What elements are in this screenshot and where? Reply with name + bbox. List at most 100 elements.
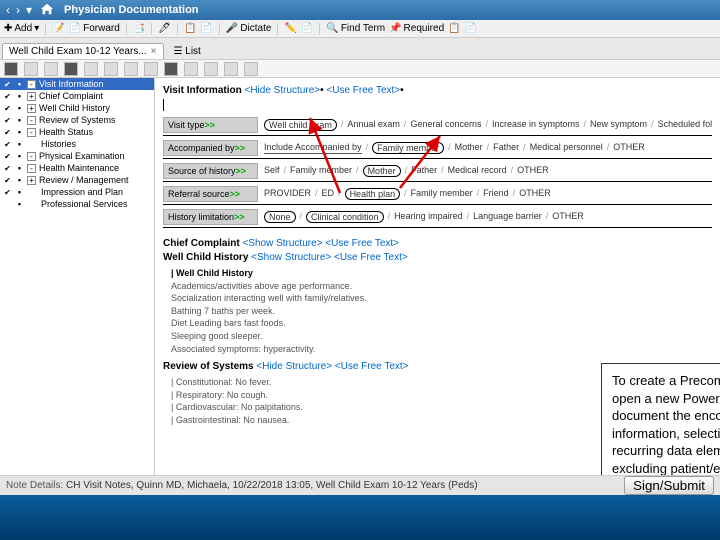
edit-icon-4[interactable] — [64, 62, 78, 76]
field-option[interactable]: OTHER — [517, 165, 549, 177]
tool-icon-8[interactable]: 📄 — [465, 23, 477, 34]
field-option[interactable]: Family member — [372, 142, 444, 154]
field-option[interactable]: OTHER — [552, 211, 584, 223]
edit-icon-6[interactable] — [104, 62, 118, 76]
field-label[interactable]: Source of history>> — [163, 163, 258, 179]
tool-icon-6[interactable]: 📄 — [301, 23, 313, 34]
dictate-button[interactable]: 🎤 Dictate — [226, 23, 272, 34]
field-option[interactable]: Mother — [455, 142, 483, 154]
field-option[interactable]: Self — [264, 165, 280, 177]
find-term-button[interactable]: 🔍 Find Term — [326, 23, 385, 34]
expand-icon[interactable]: - — [27, 116, 36, 125]
tool-icon-7[interactable]: 📋 — [448, 23, 460, 34]
expand-icon[interactable]: + — [27, 92, 36, 101]
check-icon: ✔ — [3, 104, 12, 113]
edit-icon-7[interactable] — [124, 62, 138, 76]
tool-icon-5[interactable]: ✏️ — [284, 23, 296, 34]
home-icon[interactable] — [40, 2, 54, 19]
sidebar-item-label: Well Child History — [39, 103, 110, 113]
list-button[interactable]: ☰ List — [168, 44, 207, 59]
expand-icon[interactable]: - — [27, 152, 36, 161]
sidebar-item[interactable]: •Professional Services — [0, 198, 154, 210]
expand-icon[interactable]: - — [27, 128, 36, 137]
field-option[interactable]: Mother — [363, 165, 401, 177]
sidebar-item[interactable]: ✔•+Chief Complaint — [0, 90, 154, 102]
field-option[interactable]: Increase in symptoms — [492, 119, 580, 131]
field-option[interactable]: Clinical condition — [306, 211, 384, 223]
edit-icon-11[interactable] — [204, 62, 218, 76]
field-option[interactable]: Family member — [411, 188, 473, 200]
forward-button[interactable]: › — [16, 3, 20, 17]
recent-dropdown[interactable]: ▾ — [26, 3, 32, 17]
field-option[interactable]: Well child exam — [264, 119, 337, 131]
field-row: Referral source>>PROVIDER / ED / Health … — [163, 184, 712, 205]
edit-icon-13[interactable] — [244, 62, 258, 76]
expand-icon[interactable]: - — [27, 80, 36, 89]
add-button[interactable]: ✚ Add ▾ — [4, 23, 39, 34]
hide-structure-link[interactable]: <Hide Structure> — [256, 361, 332, 372]
field-option[interactable]: Medical personnel — [530, 142, 603, 154]
field-option[interactable]: New symptom — [590, 119, 647, 131]
document-tab[interactable]: Well Child Exam 10-12 Years... × — [2, 43, 164, 59]
field-option[interactable]: Medical record — [448, 165, 507, 177]
field-option[interactable]: Father — [411, 165, 437, 177]
sidebar-item[interactable]: ✔•-Visit Information — [0, 78, 154, 90]
use-free-text-link[interactable]: <Use Free Text> — [326, 85, 400, 96]
sign-submit-button[interactable]: Sign/Submit — [624, 476, 714, 495]
sidebar-item[interactable]: ✔•-Health Maintenance — [0, 162, 154, 174]
show-structure-link[interactable]: <Show Structure> — [251, 252, 331, 263]
field-option[interactable]: Friend — [483, 188, 509, 200]
use-free-text-link[interactable]: <Use Free Text> — [335, 361, 409, 372]
field-option[interactable]: Language barrier — [473, 211, 542, 223]
edit-icon-8[interactable] — [144, 62, 158, 76]
edit-icon-2[interactable] — [24, 62, 38, 76]
field-option[interactable]: Annual exam — [347, 119, 400, 131]
tool-icon-2[interactable]: 🖊 — [158, 23, 171, 34]
hide-structure-link[interactable]: <Hide Structure> — [245, 85, 321, 96]
edit-icon-12[interactable] — [224, 62, 238, 76]
submit-icon[interactable]: 📝 — [52, 23, 64, 34]
expand-icon[interactable]: - — [27, 164, 36, 173]
field-option[interactable]: None — [264, 211, 296, 223]
tool-icon-1[interactable]: 📑 — [133, 23, 145, 34]
field-label[interactable]: History limitation>> — [163, 209, 258, 225]
field-label[interactable]: Visit type>> — [163, 117, 258, 133]
edit-icon-5[interactable] — [84, 62, 98, 76]
field-option[interactable]: ED — [322, 188, 335, 200]
field-row: Source of history>>Self / Family member … — [163, 161, 712, 182]
field-label[interactable]: Accompanied by>> — [163, 140, 258, 156]
tool-icon-4[interactable]: 📄 — [200, 23, 212, 34]
edit-icon-9[interactable] — [164, 62, 178, 76]
field-option[interactable]: Father — [493, 142, 519, 154]
use-free-text-link[interactable]: <Use Free Text> — [325, 238, 399, 249]
field-option[interactable]: Scheduled follow-up — [658, 119, 712, 131]
field-option[interactable]: Family member — [290, 165, 352, 177]
sidebar-item[interactable]: ✔•-Review of Systems — [0, 114, 154, 126]
sidebar-item[interactable]: ✔•Impression and Plan — [0, 186, 154, 198]
required-button[interactable]: 📌 Required — [389, 23, 444, 34]
edit-icon-1[interactable] — [4, 62, 18, 76]
field-option[interactable]: Health plan — [345, 188, 401, 200]
sidebar-item[interactable]: ✔•+Review / Management — [0, 174, 154, 186]
expand-icon[interactable]: + — [27, 104, 36, 113]
show-structure-link[interactable]: <Show Structure> — [242, 238, 322, 249]
sidebar-item[interactable]: ✔•Histories — [0, 138, 154, 150]
forward-action[interactable]: 📄 Forward — [69, 23, 120, 34]
sidebar-item[interactable]: ✔•-Health Status — [0, 126, 154, 138]
use-free-text-link[interactable]: <Use Free Text> — [334, 252, 408, 263]
field-label[interactable]: Referral source>> — [163, 186, 258, 202]
back-button[interactable]: ‹ — [6, 3, 10, 17]
field-option[interactable]: OTHER — [613, 142, 645, 154]
sidebar-item[interactable]: ✔•-Physical Examination — [0, 150, 154, 162]
field-option[interactable]: Include Accompanied by — [264, 142, 362, 154]
close-tab-icon[interactable]: × — [151, 46, 157, 57]
tool-icon-3[interactable]: 📋 — [184, 23, 196, 34]
edit-icon-3[interactable] — [44, 62, 58, 76]
expand-icon[interactable]: + — [27, 176, 36, 185]
field-option[interactable]: PROVIDER — [264, 188, 311, 200]
field-option[interactable]: OTHER — [519, 188, 551, 200]
sidebar-item[interactable]: ✔•+Well Child History — [0, 102, 154, 114]
edit-icon-10[interactable] — [184, 62, 198, 76]
field-option[interactable]: Hearing impaired — [394, 211, 463, 223]
field-option[interactable]: General concerns — [410, 119, 481, 131]
